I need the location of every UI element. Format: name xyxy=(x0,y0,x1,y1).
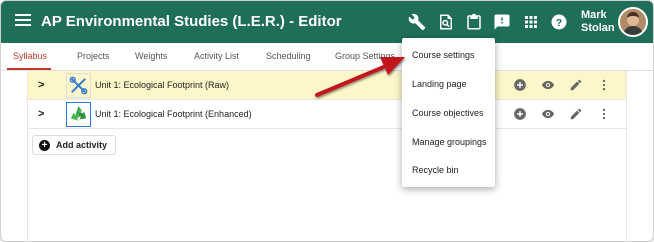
annotation-arrow xyxy=(315,57,405,97)
app-window: AP Environmental Studies (L.E.R.) - Edit… xyxy=(0,0,654,242)
